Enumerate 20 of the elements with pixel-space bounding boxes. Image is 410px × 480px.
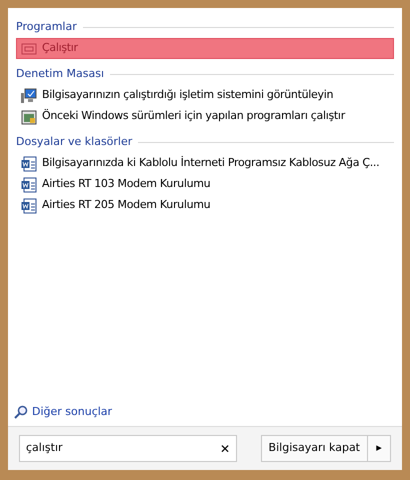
document-icon (21, 176, 37, 192)
shutdown-options-button[interactable]: ▸ (368, 436, 390, 461)
result-item[interactable]: Önceki Windows sürümleri için yapılan programları çalıştır (16, 106, 394, 127)
search-icon (14, 404, 28, 419)
result-item[interactable]: Bilgisayarınızda ki Kablolu İnterneti Programsız Kablosuz Ağa Ç... (16, 153, 394, 174)
window-icon (21, 42, 37, 54)
section-heading: Programlar (16, 18, 77, 35)
section-heading: Dosyalar ve klasörler (16, 134, 132, 150)
section-heading: Denetim Masası (16, 66, 104, 82)
more-results-link[interactable]: Diğer sonuçlar (14, 404, 396, 420)
result-item[interactable]: Bilgisayarınızın çalıştırdığı işletim sistemini görüntüleyin (16, 85, 394, 106)
clear-button[interactable]: ✕ (220, 440, 230, 458)
shutdown-button[interactable]: Bilgisayarı kapat (262, 436, 368, 461)
document-icon (21, 198, 37, 214)
document-icon (21, 156, 37, 172)
result-item[interactable]: Airties RT 205 Modem Kurulumu (16, 195, 394, 216)
search-field[interactable]: çalıştır ✕ (19, 435, 237, 462)
window-icon (21, 108, 37, 124)
result-item[interactable]: Airties RT 103 Modem Kurulumu (16, 174, 394, 195)
monitor-icon (21, 88, 37, 104)
